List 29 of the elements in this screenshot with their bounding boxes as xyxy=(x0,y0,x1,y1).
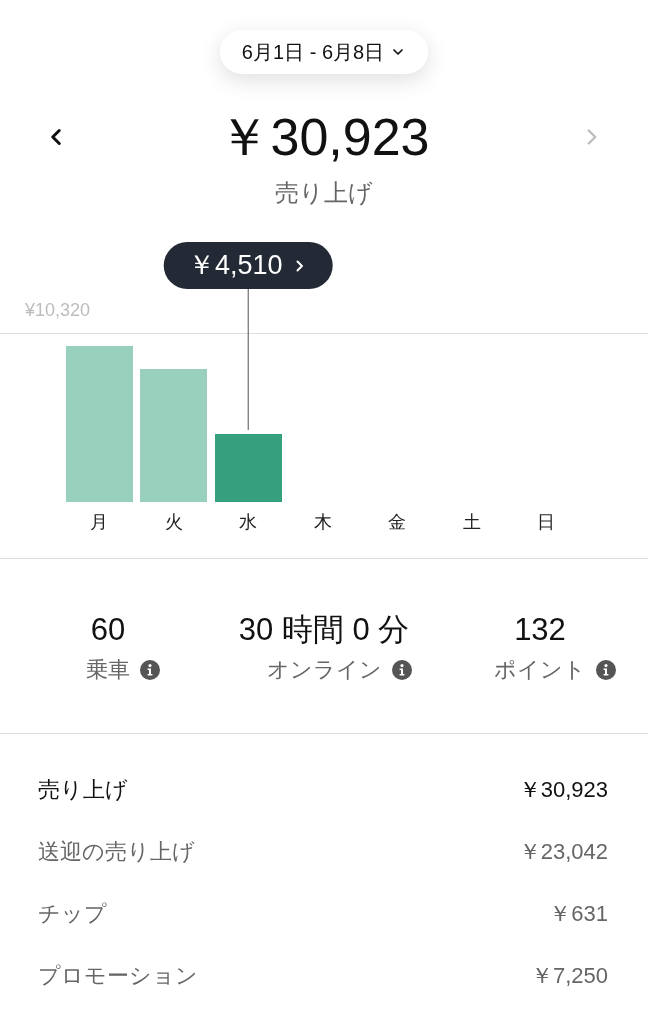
info-icon[interactable] xyxy=(596,660,616,680)
breakdown-label: 送迎の売り上げ xyxy=(38,838,195,866)
stat-label: ポイント xyxy=(494,656,586,684)
total-label: 売り上げ xyxy=(275,178,373,208)
info-icon[interactable] xyxy=(140,660,160,680)
stat-label: オンライン xyxy=(266,656,382,684)
breakdown-label: チップ xyxy=(38,900,107,928)
stat-value: 30 時間 0 分 xyxy=(238,612,410,648)
axis-tick-label: ¥10,320 xyxy=(25,300,91,320)
day-label: 土 xyxy=(462,511,481,534)
breakdown-amount: ￥30,923 xyxy=(518,776,608,804)
breakdown-label: 売り上げ xyxy=(38,776,128,804)
breakdown-amount: ￥23,042 xyxy=(518,838,608,866)
day-label: 月 xyxy=(90,511,109,534)
value-tooltip[interactable]: ￥4,510 xyxy=(163,242,333,289)
day-label: 火 xyxy=(164,511,183,534)
stat-label: 乗車 xyxy=(86,656,130,684)
breakdown-amount: ￥7,250 xyxy=(530,962,608,990)
info-icon[interactable] xyxy=(391,660,412,680)
day-label: 日 xyxy=(537,511,556,534)
total-amount: ￥30,923 xyxy=(218,107,430,167)
date-range-selector[interactable]: 6月1日 - 6月8日 xyxy=(219,30,429,74)
stat-value: 132 xyxy=(514,612,566,648)
day-label: 金 xyxy=(388,511,407,534)
stat-value: 60 xyxy=(90,612,126,648)
breakdown-label: プロモーション xyxy=(38,962,198,990)
day-label: 水 xyxy=(239,511,258,534)
day-label: 木 xyxy=(313,511,332,534)
breakdown-amount: ￥631 xyxy=(549,900,608,928)
